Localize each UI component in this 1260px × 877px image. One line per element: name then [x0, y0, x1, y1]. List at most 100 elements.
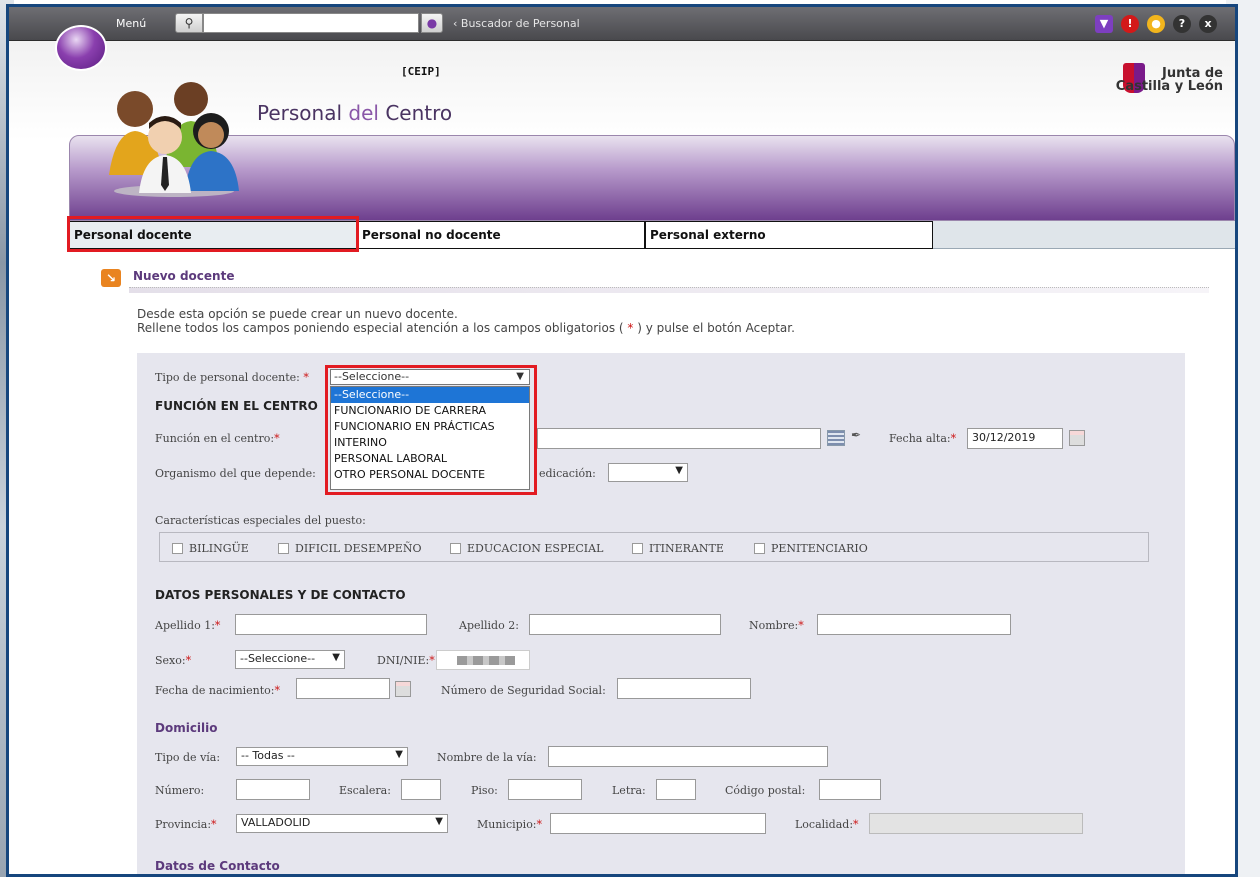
- tab-personal-no-docente[interactable]: Personal no docente: [357, 221, 645, 249]
- checkbox-label: PENITENCIARIO: [771, 542, 868, 555]
- tipo-personal-label: Tipo de personal docente: *: [155, 371, 309, 384]
- list-icon[interactable]: [827, 430, 845, 446]
- calendar-icon[interactable]: [1069, 430, 1085, 446]
- close-icon[interactable]: x: [1199, 15, 1217, 33]
- sexo-select[interactable]: --Seleccione-- ▼: [235, 650, 345, 669]
- section-divider: [129, 287, 1209, 293]
- menu-button[interactable]: Menú: [116, 17, 146, 30]
- eraser-icon[interactable]: ✒: [851, 428, 861, 442]
- dni-label-text: DNI/NIE:: [377, 654, 430, 667]
- chevron-down-icon: ▼: [675, 465, 683, 476]
- numero-label: Número:: [155, 784, 205, 797]
- tab-personal-externo[interactable]: Personal externo: [645, 221, 933, 249]
- piso-label: Piso:: [471, 784, 498, 797]
- search-input[interactable]: [203, 13, 419, 33]
- nombre-via-input[interactable]: [548, 746, 828, 767]
- checkbox-penitenciario[interactable]: PENITENCIARIO: [754, 542, 868, 555]
- organismo-label: Organismo del que depende:: [155, 467, 316, 480]
- apellido2-input[interactable]: [529, 614, 721, 635]
- caracteristicas-label: Características especiales del puesto:: [155, 514, 366, 527]
- codigo-postal-input[interactable]: [819, 779, 881, 800]
- required-mark: *: [185, 654, 192, 667]
- checkbox-box[interactable]: [754, 543, 765, 554]
- checkbox-box[interactable]: [450, 543, 461, 554]
- tipo-personal-label-text: Tipo de personal docente:: [155, 371, 300, 384]
- codigo-postal-label: Código postal:: [725, 784, 806, 797]
- fecha-alta-input[interactable]: 30/12/2019: [967, 428, 1063, 449]
- required-mark: *: [274, 684, 281, 697]
- dni-input[interactable]: [436, 650, 530, 670]
- required-mark: *: [798, 619, 804, 632]
- funcion-label-text: Función en el centro:: [155, 432, 275, 445]
- lightbulb-icon[interactable]: ●: [1147, 15, 1165, 33]
- nombre-input[interactable]: [817, 614, 1011, 635]
- provincia-select[interactable]: VALLADOLID ▼: [236, 814, 448, 833]
- datos-personales-header: DATOS PERSONALES Y DE CONTACTO: [155, 588, 406, 602]
- provincia-selected: VALLADOLID: [241, 816, 311, 829]
- nacimiento-label-text: Fecha de nacimiento:: [155, 684, 275, 697]
- arrow-down-right-icon: ↘: [101, 269, 121, 287]
- download-icon[interactable]: ▼: [1095, 15, 1113, 33]
- checkbox-bilingue[interactable]: BILINGÜE: [172, 542, 249, 555]
- person-search-icon[interactable]: ●: [421, 13, 443, 33]
- tipo-via-label: Tipo de vía:: [155, 751, 221, 764]
- required-mark: *: [429, 654, 435, 667]
- checkbox-label: BILINGÜE: [189, 542, 249, 555]
- checkbox-box[interactable]: [278, 543, 289, 554]
- intro-line-2-end: ) y pulse el botón Aceptar.: [637, 321, 795, 335]
- checkbox-label: ITINERANTE: [649, 542, 724, 555]
- localidad-input: [869, 813, 1083, 834]
- intro-line-2-start: Rellene todos los campos poniendo especi…: [137, 321, 624, 335]
- sexo-label: Sexo:*: [155, 654, 191, 667]
- dedicacion-select[interactable]: ▼: [608, 463, 688, 482]
- required-mark: *: [274, 432, 280, 445]
- checkbox-label: EDUCACION ESPECIAL: [467, 542, 604, 555]
- required-mark: *: [536, 818, 543, 831]
- funcion-input[interactable]: [537, 428, 821, 449]
- tipo-via-selected: -- Todas --: [241, 749, 295, 762]
- apellido1-input[interactable]: [235, 614, 427, 635]
- center-type-label: [CEIP]: [401, 65, 441, 78]
- datos-contacto-header: Datos de Contacto: [155, 859, 280, 873]
- caracteristicas-group: BILINGÜE DIFICIL DESEMPEÑO EDUCACION ESP…: [159, 532, 1149, 562]
- provincia-label-text: Provincia:: [155, 818, 212, 831]
- app-logo-icon[interactable]: [55, 25, 107, 71]
- top-toolbar: Menú ⚲ ● ‹ Buscador de Personal ▼ ! ● ? …: [9, 7, 1235, 41]
- dedicacion-label: edicación:: [539, 467, 596, 480]
- org-line-2: Castilla y León: [1115, 79, 1223, 94]
- sexo-label-text: Sexo:: [155, 654, 186, 667]
- section-title: Nuevo docente: [133, 269, 235, 283]
- escalera-label: Escalera:: [339, 784, 391, 797]
- localidad-label: Localidad:*: [795, 818, 859, 831]
- letra-input[interactable]: [656, 779, 696, 800]
- calendar-icon[interactable]: [395, 681, 411, 697]
- nombre-via-label: Nombre de la vía:: [437, 751, 537, 764]
- checkbox-itinerante[interactable]: ITINERANTE: [632, 542, 724, 555]
- title-part-centro: Centro: [385, 101, 453, 125]
- tipo-via-select[interactable]: -- Todas -- ▼: [236, 747, 408, 766]
- header-banner: [69, 135, 1235, 221]
- required-mark: *: [211, 818, 217, 831]
- chevron-down-icon: ▼: [332, 652, 340, 663]
- checkbox-dificil-desempeno[interactable]: DIFICIL DESEMPEÑO: [278, 542, 421, 555]
- help-icon[interactable]: ?: [1173, 15, 1191, 33]
- apellido1-label-text: Apellido 1:: [155, 619, 215, 632]
- checkbox-box[interactable]: [632, 543, 643, 554]
- letra-label: Letra:: [612, 784, 646, 797]
- breadcrumb-personnel-search[interactable]: ‹ Buscador de Personal: [453, 17, 580, 30]
- piso-input[interactable]: [508, 779, 582, 800]
- nss-input[interactable]: [617, 678, 751, 699]
- nacimiento-input[interactable]: [296, 678, 390, 699]
- highlight-docente-tab: [67, 216, 359, 252]
- checkbox-box[interactable]: [172, 543, 183, 554]
- alert-icon[interactable]: !: [1121, 15, 1139, 33]
- numero-input[interactable]: [236, 779, 310, 800]
- municipio-input[interactable]: [550, 813, 766, 834]
- checkbox-educacion-especial[interactable]: EDUCACION ESPECIAL: [450, 542, 603, 555]
- search-icon[interactable]: ⚲: [175, 13, 203, 33]
- chevron-down-icon: ▼: [395, 749, 403, 760]
- checkbox-label: DIFICIL DESEMPEÑO: [295, 542, 422, 555]
- dni-label: DNI/NIE:*: [377, 654, 435, 667]
- fecha-alta-label: Fecha alta:*: [889, 432, 956, 445]
- escalera-input[interactable]: [401, 779, 441, 800]
